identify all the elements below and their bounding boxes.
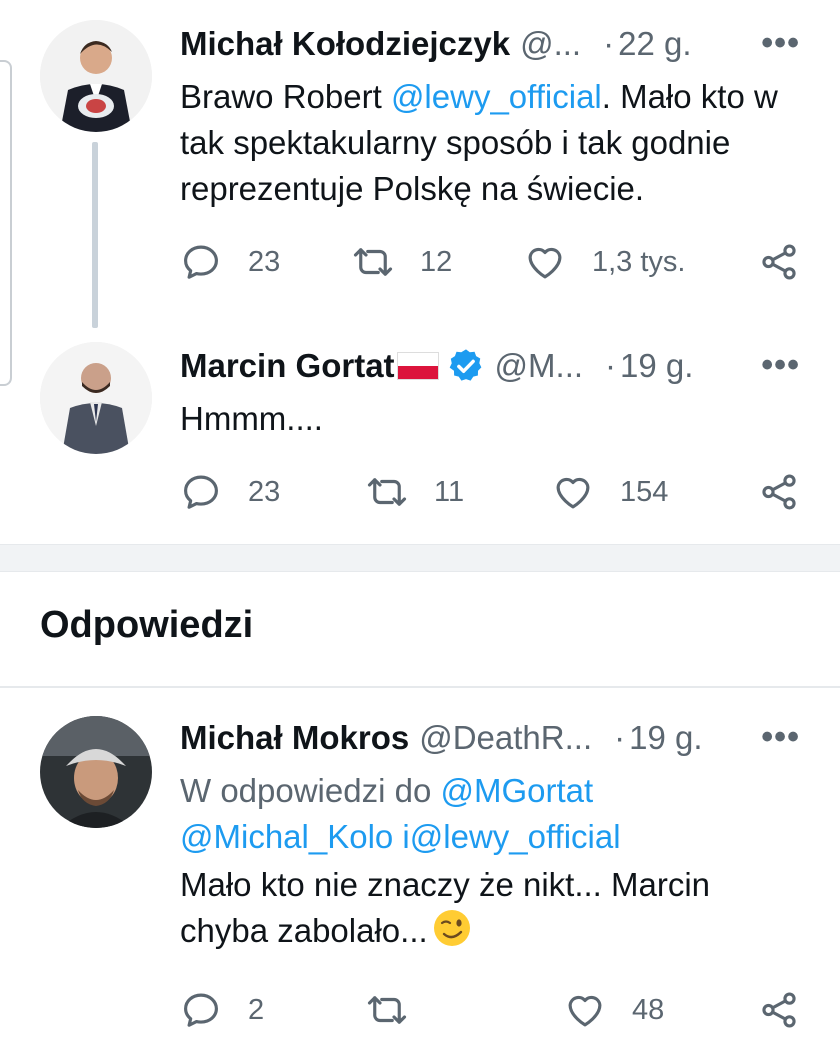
more-options-icon[interactable]: ••• bbox=[761, 346, 800, 385]
retweet-button[interactable]: 11 bbox=[366, 468, 464, 516]
heart-icon bbox=[556, 477, 590, 509]
author-name[interactable]: Marcin Gortat bbox=[180, 347, 395, 385]
tweet-text: Mało kto nie znaczy że nikt... Marcin ch… bbox=[180, 866, 711, 949]
share-icon bbox=[762, 992, 796, 1028]
reply-button[interactable]: 2 bbox=[180, 986, 264, 1034]
like-button[interactable]: 1,3 tys. bbox=[524, 238, 686, 286]
avatar[interactable] bbox=[40, 716, 152, 828]
mention-link[interactable]: @lewy_official bbox=[391, 78, 602, 115]
share-icon bbox=[762, 244, 796, 280]
retweet-button[interactable]: 12 bbox=[352, 238, 452, 286]
retweet-count: 11 bbox=[434, 475, 465, 508]
poland-flag-icon bbox=[396, 352, 439, 380]
heart-icon bbox=[568, 995, 602, 1027]
separator-dot: · bbox=[603, 25, 615, 62]
like-button[interactable]: 48 bbox=[564, 986, 664, 1034]
tweet-actions: 23 12 1,3 tys. bbox=[180, 238, 800, 286]
author-name[interactable]: Michał Kołodziejczyk bbox=[180, 25, 510, 63]
author-handle[interactable]: @M... bbox=[495, 347, 584, 385]
tweet-gortat[interactable]: Marcin Gortat @M... · 19 g. ••• Hmmm....… bbox=[0, 330, 840, 542]
reply-icon bbox=[184, 245, 218, 279]
reply-count: 23 bbox=[248, 475, 281, 508]
timestamp[interactable]: 19 g. bbox=[620, 347, 693, 385]
like-count: 1,3 tys. bbox=[592, 245, 686, 278]
retweet-count: 12 bbox=[420, 245, 453, 278]
tweet-kolodziejczyk[interactable]: Michał Kołodziejczyk @... · 22 g. ••• Br… bbox=[0, 0, 840, 330]
reply-icon bbox=[184, 475, 218, 509]
winking-face-emoji-icon bbox=[433, 910, 470, 946]
retweet-icon bbox=[353, 248, 393, 276]
timestamp[interactable]: 19 g. bbox=[629, 719, 702, 757]
share-button[interactable] bbox=[758, 238, 800, 286]
tweet-text: Brawo Robert @lewy_official. Mało kto w … bbox=[180, 78, 778, 207]
author-name[interactable]: Michał Mokros bbox=[180, 719, 409, 757]
author-handle[interactable]: @DeathR... bbox=[419, 719, 592, 757]
reply-button[interactable]: 23 bbox=[180, 468, 280, 516]
separator-dot: · bbox=[605, 347, 617, 384]
section-separator bbox=[0, 544, 840, 572]
avatar[interactable] bbox=[40, 20, 152, 132]
like-count: 48 bbox=[632, 993, 665, 1026]
retweet-icon bbox=[367, 996, 407, 1024]
mention-link[interactable]: @MGortat bbox=[440, 772, 593, 809]
tweet-text: Hmmm.... bbox=[180, 400, 323, 437]
retweet-button[interactable] bbox=[366, 986, 434, 1034]
reply-count: 23 bbox=[248, 245, 281, 278]
thread-line bbox=[92, 142, 98, 328]
author-handle[interactable]: @... bbox=[520, 25, 581, 63]
replies-heading: Odpowiedzi bbox=[40, 604, 254, 646]
retweet-icon bbox=[367, 478, 407, 506]
more-options-icon[interactable]: ••• bbox=[761, 24, 800, 63]
separator-dot: · bbox=[614, 719, 626, 756]
more-options-icon[interactable]: ••• bbox=[761, 718, 800, 757]
reply-button[interactable]: 23 bbox=[180, 238, 280, 286]
mention-link[interactable]: @lewy_official bbox=[410, 818, 621, 855]
avatar[interactable] bbox=[40, 342, 152, 454]
like-button[interactable]: 154 bbox=[552, 468, 668, 516]
reply-count: 2 bbox=[248, 993, 265, 1026]
like-count: 154 bbox=[620, 475, 669, 508]
share-button[interactable] bbox=[758, 468, 800, 516]
reply-icon bbox=[184, 993, 218, 1027]
share-button[interactable] bbox=[758, 986, 800, 1034]
share-icon bbox=[762, 474, 796, 510]
divider bbox=[0, 686, 840, 688]
verified-badge-icon bbox=[449, 349, 481, 381]
tweet-actions: 23 11 154 bbox=[180, 468, 800, 516]
reply-context: W odpowiedzi do @MGortat @Michal_Kolo i@… bbox=[180, 772, 621, 855]
timestamp[interactable]: 22 g. bbox=[618, 25, 691, 63]
tweet-actions: 2 48 bbox=[180, 986, 800, 1034]
tweet-mokros[interactable]: Michał Mokros @DeathR... · 19 g. ••• W o… bbox=[0, 690, 840, 1046]
mention-link[interactable]: @Michal_Kolo bbox=[180, 818, 393, 855]
heart-icon bbox=[528, 247, 562, 279]
